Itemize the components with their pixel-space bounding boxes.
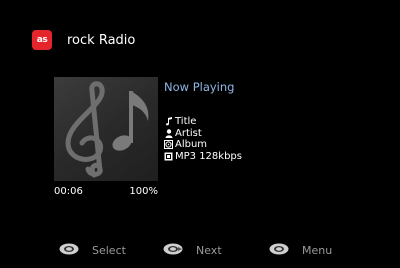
logo-text: as [36,35,48,45]
album-row: Album [164,139,242,151]
album-artwork [54,77,158,181]
track-title: Title [175,116,197,127]
enter-button-icon [59,243,79,258]
elapsed-time: 00:06 [54,186,83,197]
track-album: Album [175,139,208,150]
menu-control[interactable]: Menu [269,243,332,258]
now-playing-label: Now Playing [164,80,235,94]
footer-controls: Select Next Menu [0,243,400,257]
menu-button-icon [269,243,289,258]
track-format: MP3 128kbps [175,150,242,162]
artist-row: Artist [164,128,242,140]
format-row: MP3 128kbps [164,151,242,163]
cursor-right-button-icon [163,243,183,258]
disc-icon [164,140,173,150]
track-artist: Artist [175,127,202,139]
select-control[interactable]: Select [59,243,126,258]
track-metadata: Title Artist Album MP3 128kbps [164,116,242,162]
music-note-icon [164,117,173,126]
station-name: rock Radio [67,32,136,48]
menu-label: Menu [302,244,333,257]
music-notes-icon [65,81,149,178]
title-row: Title [164,116,242,128]
audio-file-icon [164,152,173,161]
lastfm-logo: as [32,30,52,50]
next-label: Next [196,244,222,257]
person-icon [164,129,173,138]
buffer-progress: 100% [129,186,158,197]
next-control[interactable]: Next [163,243,222,258]
select-label: Select [92,244,126,257]
header: as rock Radio [32,30,135,50]
